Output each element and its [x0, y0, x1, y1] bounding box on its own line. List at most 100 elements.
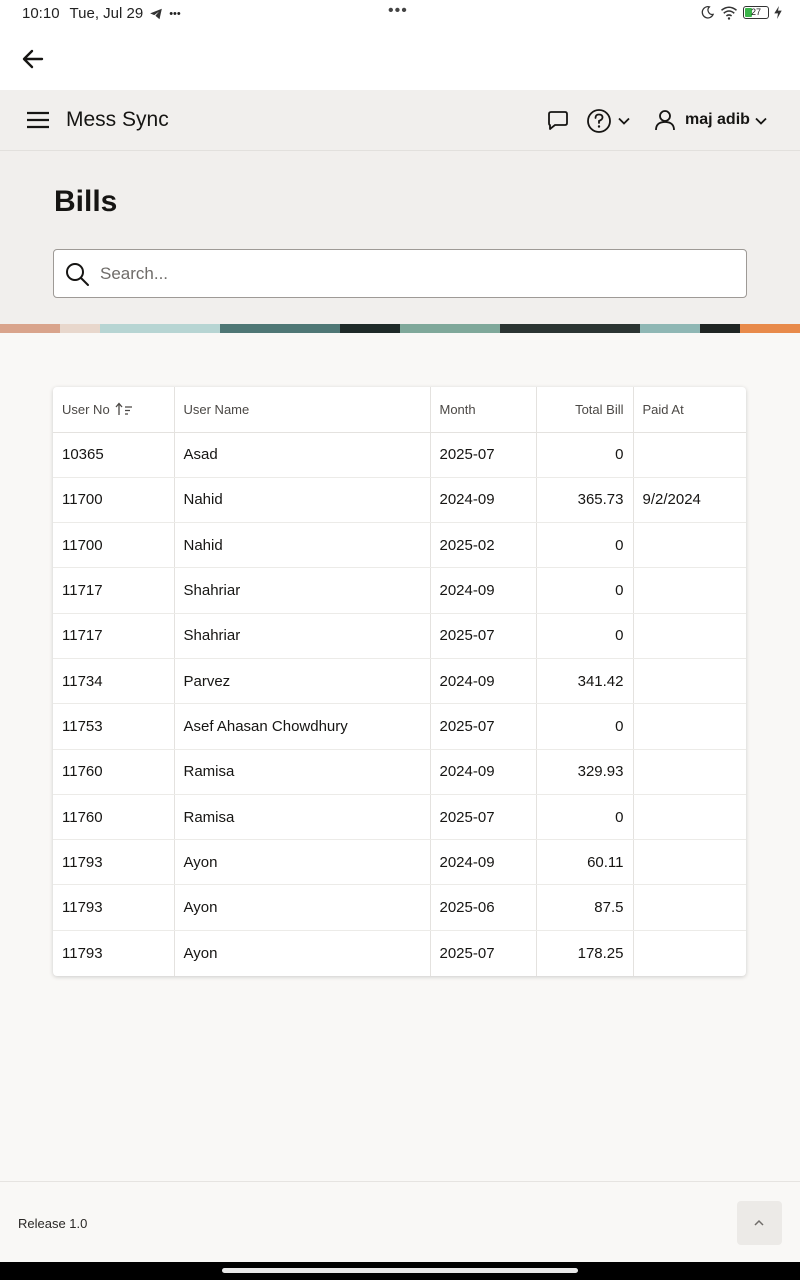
page-hero: Bills: [0, 151, 800, 324]
cell-paid-at: [633, 567, 746, 614]
cell-user-name: Ayon: [174, 930, 431, 976]
cell-month: 2025-06: [430, 884, 537, 931]
cell-user-name: Asef Ahasan Chowdhury: [174, 703, 431, 750]
user-menu-name[interactable]: maj adib: [685, 111, 750, 129]
column-header-month[interactable]: Month: [430, 387, 537, 433]
cell-paid-at: [633, 658, 746, 705]
cell-month: 2024-09: [430, 567, 537, 614]
cell-month: 2025-07: [430, 794, 537, 841]
table-row[interactable]: 11717 Shahriar 2025-07 0: [53, 613, 746, 659]
sort-ascending-icon[interactable]: [115, 402, 133, 416]
cell-total-bill: 0: [536, 613, 634, 659]
help-circle-icon[interactable]: [586, 108, 612, 134]
page-footer: Release 1.0: [0, 1181, 800, 1262]
status-time: 10:10: [22, 5, 60, 22]
cell-user-no: 11753: [53, 703, 175, 750]
page-title: Bills: [54, 185, 118, 218]
column-header-total-bill[interactable]: Total Bill: [536, 387, 634, 433]
cell-user-no: 11760: [53, 749, 175, 795]
cell-total-bill: 0: [536, 794, 634, 841]
search-field[interactable]: [53, 249, 747, 298]
charging-icon: [774, 6, 782, 19]
cell-month: 2025-07: [430, 432, 537, 478]
column-header-user-name[interactable]: User Name: [174, 387, 431, 433]
cell-paid-at: [633, 930, 746, 975]
cell-user-no: 11793: [53, 839, 175, 886]
table-row[interactable]: 10365 Asad 2025-07 0: [53, 432, 746, 478]
table-row[interactable]: 11700 Nahid 2024-09 365.73 9/2/2024: [53, 477, 746, 524]
cell-user-no: 10365: [53, 432, 175, 478]
release-label: Release 1.0: [18, 1216, 88, 1231]
status-date: Tue, Jul 29: [69, 5, 144, 22]
cell-user-name: Asad: [174, 432, 431, 478]
cell-user-name: Ayon: [174, 839, 431, 886]
cell-paid-at: [633, 839, 746, 886]
cell-month: 2024-09: [430, 658, 537, 705]
table-row[interactable]: 11753 Asef Ahasan Chowdhury 2025-07 0: [53, 703, 746, 750]
table-row[interactable]: 11734 Parvez 2024-09 341.42: [53, 658, 746, 705]
cell-paid-at: [633, 613, 746, 659]
bills-table: User No User Name Month Total Bill Paid …: [53, 387, 746, 976]
cell-user-no: 11793: [53, 930, 175, 976]
chevron-down-icon[interactable]: [754, 114, 768, 128]
table-header-row: User No User Name Month Total Bill Paid …: [53, 387, 746, 433]
back-arrow-icon[interactable]: [18, 44, 48, 74]
cell-month: 2024-09: [430, 839, 537, 886]
cell-total-bill: 329.93: [536, 749, 634, 795]
battery-icon: 27: [743, 6, 769, 19]
cell-user-no: 11793: [53, 884, 175, 931]
cell-user-no: 11717: [53, 613, 175, 659]
app-title[interactable]: Mess Sync: [66, 108, 169, 132]
column-header-paid-at[interactable]: Paid At: [633, 387, 746, 433]
cell-total-bill: 0: [536, 522, 634, 569]
cell-month: 2025-02: [430, 522, 537, 569]
telegram-icon: [150, 8, 163, 19]
hamburger-menu-icon[interactable]: [26, 110, 50, 130]
cell-total-bill: 0: [536, 703, 634, 750]
cell-paid-at: [633, 432, 746, 478]
table-row[interactable]: 11760 Ramisa 2025-07 0: [53, 794, 746, 841]
chat-bubble-icon[interactable]: [546, 109, 570, 133]
cell-total-bill: 365.73: [536, 477, 634, 524]
cell-paid-at: [633, 703, 746, 750]
table-row[interactable]: 11793 Ayon 2025-07 178.25: [53, 930, 746, 976]
cell-paid-at: [633, 749, 746, 795]
cell-user-no: 11700: [53, 477, 175, 524]
wifi-icon: [721, 6, 737, 20]
cell-total-bill: 341.42: [536, 658, 634, 705]
cell-paid-at: 9/2/2024: [633, 477, 746, 524]
app-header: Mess Sync maj adib: [0, 90, 800, 151]
cell-user-name: Nahid: [174, 477, 431, 524]
cell-user-name: Ayon: [174, 884, 431, 931]
table-row[interactable]: 11760 Ramisa 2024-09 329.93: [53, 749, 746, 795]
cell-user-name: Parvez: [174, 658, 431, 705]
search-input[interactable]: [100, 258, 720, 290]
home-gesture-handle[interactable]: [222, 1268, 578, 1273]
cell-paid-at: [633, 884, 746, 931]
cell-month: 2024-09: [430, 749, 537, 795]
cell-total-bill: 60.11: [536, 839, 634, 886]
system-status-bar: 10:10 Tue, Jul 29 ••• ••• 27: [0, 0, 800, 28]
cell-total-bill: 87.5: [536, 884, 634, 931]
cell-user-name: Nahid: [174, 522, 431, 569]
cell-total-bill: 0: [536, 432, 634, 478]
cell-user-no: 11717: [53, 567, 175, 614]
status-left: 10:10 Tue, Jul 29 •••: [22, 5, 181, 22]
column-header-user-no[interactable]: User No: [53, 387, 175, 433]
cell-user-no: 11700: [53, 522, 175, 569]
cell-month: 2025-07: [430, 613, 537, 659]
cell-user-name: Shahriar: [174, 567, 431, 614]
status-more: •••: [169, 7, 181, 20]
user-icon[interactable]: [654, 109, 676, 131]
table-row[interactable]: 11717 Shahriar 2024-09 0: [53, 567, 746, 614]
table-row[interactable]: 11793 Ayon 2024-09 60.11: [53, 839, 746, 886]
chevron-down-icon[interactable]: [617, 114, 631, 128]
cell-paid-at: [633, 522, 746, 569]
status-right: 27: [700, 5, 782, 20]
table-row[interactable]: 11700 Nahid 2025-02 0: [53, 522, 746, 569]
table-row[interactable]: 11793 Ayon 2025-06 87.5: [53, 884, 746, 931]
cell-total-bill: 178.25: [536, 930, 634, 976]
cell-month: 2024-09: [430, 477, 537, 524]
scroll-to-top-button[interactable]: [737, 1201, 782, 1245]
search-icon: [66, 263, 89, 286]
